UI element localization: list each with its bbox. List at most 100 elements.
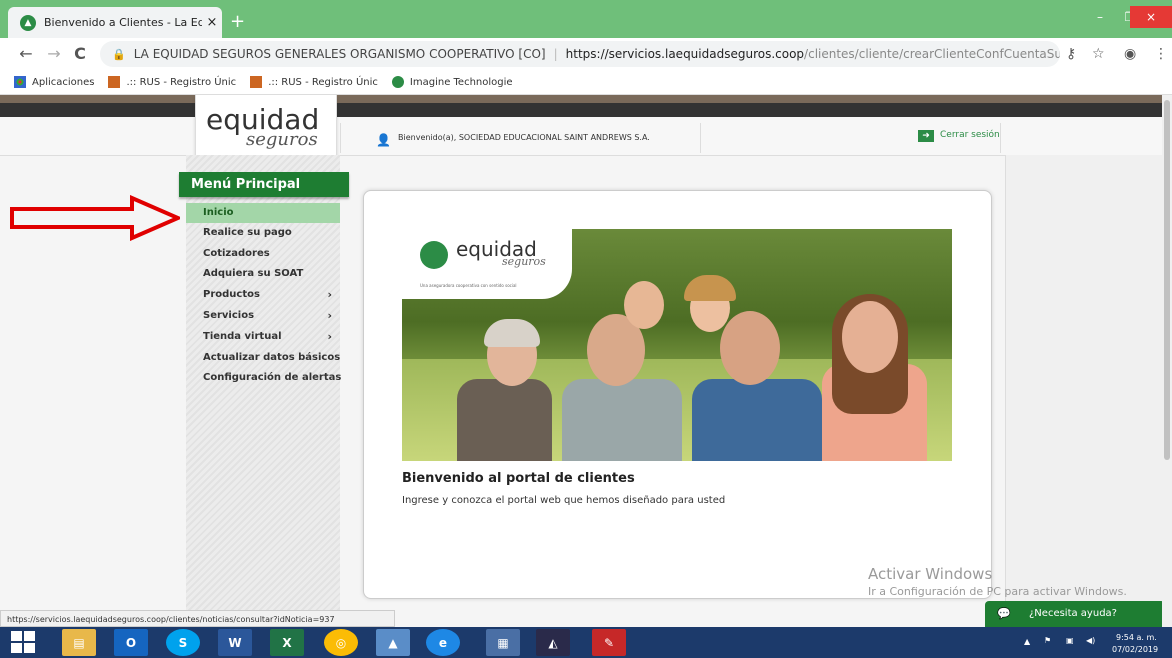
apps-icon	[14, 76, 26, 88]
menu-item-actualizar-datos[interactable]: Actualizar datos básicos	[186, 348, 340, 368]
site-logo[interactable]: equidad seguros	[195, 95, 337, 164]
browser-tab-strip: ▲ Bienvenido a Clientes - La Equida × + …	[0, 0, 1172, 38]
scrollbar-thumb[interactable]	[1164, 100, 1170, 460]
app-icon[interactable]: ◭	[536, 629, 570, 656]
person	[720, 311, 780, 385]
menu-item-label: Adquiera su SOAT	[203, 268, 304, 279]
acrobat-icon[interactable]: ✎	[592, 629, 626, 656]
menu-title: Menú Principal	[179, 172, 349, 197]
volume-icon[interactable]: ◀)	[1086, 636, 1095, 645]
window-close-button[interactable]: ×	[1130, 6, 1172, 28]
right-column	[1005, 155, 1162, 627]
bookmark-label: Aplicaciones	[32, 76, 95, 88]
menu-item-label: Cotizadores	[203, 248, 270, 259]
profile-icon[interactable]: ◉	[1124, 46, 1136, 62]
tab-close-icon[interactable]: ×	[202, 15, 222, 30]
hair	[484, 319, 540, 347]
user-icon: 👤	[376, 133, 391, 147]
key-icon[interactable]: ⚷	[1066, 46, 1076, 62]
chevron-right-icon: ›	[327, 309, 332, 322]
bookmark-imagine[interactable]: Imagine Technologie	[391, 76, 513, 88]
clock-time[interactable]: 9:54 a. m.	[1116, 633, 1157, 642]
menu-item-inicio[interactable]: Inicio	[186, 203, 340, 223]
reload-button[interactable]: C	[70, 44, 90, 64]
skype-icon[interactable]: S	[166, 629, 200, 656]
address-bar-row: ← → C 🔒 LA EQUIDAD SEGUROS GENERALES ORG…	[0, 38, 1172, 70]
photos-icon[interactable]: ▲	[376, 629, 410, 656]
menu-item-label: Tienda virtual	[203, 331, 282, 342]
menu-item-adquiera-soat[interactable]: Adquiera su SOAT	[186, 264, 340, 284]
menu-dots-icon[interactable]: ⋮	[1154, 46, 1168, 62]
minimize-button[interactable]: –	[1085, 6, 1115, 28]
clock-date[interactable]: 07/02/2019	[1112, 645, 1158, 654]
banner-tagline: Una aseguradora cooperativa con sentido …	[420, 283, 517, 288]
chat-bubble-icon: 💬	[997, 607, 1011, 620]
menu-item-realice-su-pago[interactable]: Realice su pago	[186, 223, 340, 243]
page-viewport: equidad seguros 👤 Bienvenido(a), SOCIEDA…	[0, 95, 1162, 627]
bookmark-rus-2[interactable]: .:: RUS - Registro Únic	[250, 76, 378, 88]
banner-logo-sub: seguros	[502, 255, 546, 268]
browser-tab[interactable]: ▲ Bienvenido a Clientes - La Equida ×	[8, 7, 222, 38]
red-arrow-annotation	[10, 195, 180, 241]
chrome-icon[interactable]: ◎	[324, 629, 358, 656]
excel-icon[interactable]: X	[270, 629, 304, 656]
family-banner-image: equidad seguros Una aseguradora cooperat…	[402, 229, 952, 461]
network-icon[interactable]: ▣	[1066, 636, 1074, 645]
person	[457, 379, 552, 461]
windows-activation-title: Activar Windows	[868, 565, 993, 583]
site-favicon-icon: ▲	[20, 14, 36, 31]
header-dark-bar	[0, 103, 1162, 117]
rus-icon	[250, 76, 263, 88]
word-icon[interactable]: W	[218, 629, 252, 656]
back-button[interactable]: ←	[16, 44, 36, 64]
menu-item-configuracion-alertas[interactable]: Configuración de alertas	[186, 368, 342, 388]
bookmark-label: .:: RUS - Registro Únic	[126, 76, 237, 88]
header-photo-strip	[0, 95, 1162, 103]
chevron-right-icon: ›	[327, 330, 332, 343]
star-icon[interactable]: ☆	[1092, 46, 1105, 62]
internet-explorer-icon[interactable]: e	[426, 629, 460, 656]
menu-item-label: Inicio	[203, 207, 234, 218]
bookmark-label: .:: RUS - Registro Únic	[268, 76, 378, 88]
hair	[684, 275, 736, 301]
welcome-description: Ingrese y conozca el portal web que hemo…	[402, 495, 726, 506]
header-divider	[700, 123, 701, 153]
new-tab-button[interactable]: +	[230, 11, 245, 32]
bookmark-apps[interactable]: Aplicaciones	[14, 76, 94, 88]
system-tray: ▲ ⚑ ▣ ◀) 9:54 a. m. 07/02/2019	[1020, 627, 1170, 658]
welcome-text: Bienvenido(a), SOCIEDAD EDUCACIONAL SAIN…	[398, 133, 650, 142]
flag-icon[interactable]: ⚑	[1044, 636, 1051, 645]
help-chat-button[interactable]: 💬 ¿Necesita ayuda?	[985, 601, 1162, 627]
url-host: https://servicios.laequidadseguros.coop	[565, 47, 805, 61]
omnibox[interactable]: 🔒 LA EQUIDAD SEGUROS GENERALES ORGANISMO…	[100, 41, 1060, 67]
menu-item-tienda-virtual[interactable]: Tienda virtual ›	[186, 327, 340, 347]
banner-logo-card: equidad seguros Una aseguradora cooperat…	[402, 229, 572, 299]
menu-item-productos[interactable]: Productos ›	[186, 285, 340, 305]
certificate-org: LA EQUIDAD SEGUROS GENERALES ORGANISMO C…	[133, 47, 546, 61]
calculator-icon[interactable]: ▦	[486, 629, 520, 656]
menu-item-cotizadores[interactable]: Cotizadores	[186, 244, 340, 264]
menu-item-servicios[interactable]: Servicios ›	[186, 306, 340, 326]
forward-button[interactable]: →	[44, 44, 64, 64]
menu-item-label: Servicios	[203, 310, 255, 321]
tray-chevron-icon[interactable]: ▲	[1024, 637, 1030, 646]
equidad-logo-icon	[420, 241, 448, 269]
menu-item-label: Realice su pago	[203, 227, 292, 238]
logout-link[interactable]: Cerrar sesión	[940, 130, 1000, 140]
file-explorer-icon[interactable]: ▤	[62, 629, 96, 656]
logo-sub-text: seguros	[246, 129, 318, 150]
menu-item-label: Productos	[203, 289, 260, 300]
lock-icon: 🔒	[112, 47, 126, 61]
person	[624, 281, 664, 329]
menu-item-label: Configuración de alertas	[203, 372, 342, 383]
windows-activation-text: Ir a Configuración de PC para activar Wi…	[868, 585, 1127, 598]
person	[842, 301, 898, 373]
bookmark-rus-1[interactable]: .:: RUS - Registro Únic	[108, 76, 236, 88]
url-path: /clientes/cliente/crearClienteConfCuenta…	[804, 47, 1060, 61]
outlook-icon[interactable]: O	[114, 629, 148, 656]
imagine-icon	[391, 76, 404, 88]
status-bar-url: https://servicios.laequidadseguros.coop/…	[0, 610, 395, 627]
logout-icon[interactable]: ➜	[918, 130, 934, 142]
windows-start-icon[interactable]	[10, 629, 36, 655]
rus-icon	[108, 76, 121, 88]
